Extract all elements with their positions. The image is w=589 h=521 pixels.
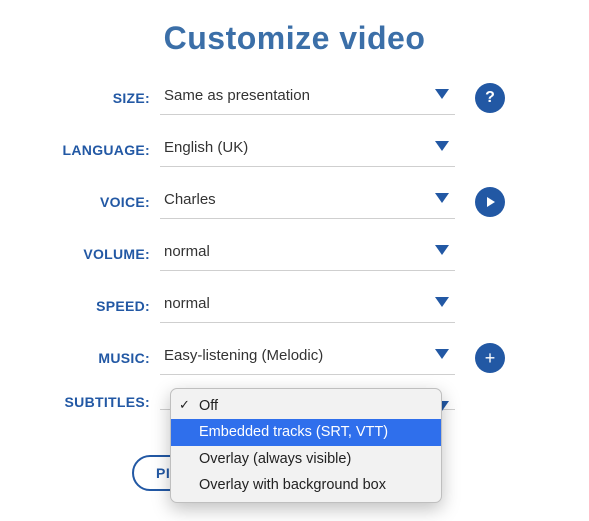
size-row: SIZE: Same as presentation ? xyxy=(30,81,559,115)
voice-value: Charles xyxy=(160,185,455,219)
music-row: MUSIC: Easy-listening (Melodic) + xyxy=(30,341,559,375)
volume-value: normal xyxy=(160,237,455,271)
music-value: Easy-listening (Melodic) xyxy=(160,341,455,375)
music-select[interactable]: Easy-listening (Melodic) xyxy=(160,341,455,375)
size-label: SIZE: xyxy=(30,90,160,106)
subtitles-option-embedded[interactable]: Embedded tracks (SRT, VTT) xyxy=(171,419,441,445)
help-button[interactable]: ? xyxy=(475,83,505,113)
subtitles-option-overlay-box[interactable]: Overlay with background box xyxy=(171,472,441,498)
subtitles-option-overlay[interactable]: Overlay (always visible) xyxy=(171,446,441,472)
voice-label: VOICE: xyxy=(30,194,160,210)
voice-select[interactable]: Charles xyxy=(160,185,455,219)
option-label: Embedded tracks (SRT, VTT) xyxy=(199,424,388,440)
option-label: Off xyxy=(199,398,218,414)
music-label: MUSIC: xyxy=(30,350,160,366)
speed-value: normal xyxy=(160,289,455,323)
language-row: LANGUAGE: English (UK) xyxy=(30,133,559,167)
check-icon: ✓ xyxy=(179,396,190,414)
language-select[interactable]: English (UK) xyxy=(160,133,455,167)
play-icon xyxy=(487,197,495,207)
language-label: LANGUAGE: xyxy=(30,142,160,158)
size-select[interactable]: Same as presentation xyxy=(160,81,455,115)
language-value: English (UK) xyxy=(160,133,455,167)
option-label: Overlay with background box xyxy=(199,477,386,493)
subtitles-label: SUBTITLES: xyxy=(30,394,160,410)
subtitles-option-off[interactable]: ✓ Off xyxy=(171,393,441,419)
page-title: Customize video xyxy=(30,20,559,57)
option-label: Overlay (always visible) xyxy=(199,451,351,467)
size-value: Same as presentation xyxy=(160,81,455,115)
subtitles-dropdown: ✓ Off Embedded tracks (SRT, VTT) Overlay… xyxy=(170,388,442,503)
volume-select[interactable]: normal xyxy=(160,237,455,271)
add-music-button[interactable]: + xyxy=(475,343,505,373)
volume-label: VOLUME: xyxy=(30,246,160,262)
volume-row: VOLUME: normal xyxy=(30,237,559,271)
speed-row: SPEED: normal xyxy=(30,289,559,323)
play-voice-button[interactable] xyxy=(475,187,505,217)
plus-icon: + xyxy=(485,349,496,367)
speed-label: SPEED: xyxy=(30,298,160,314)
voice-row: VOICE: Charles xyxy=(30,185,559,219)
speed-select[interactable]: normal xyxy=(160,289,455,323)
